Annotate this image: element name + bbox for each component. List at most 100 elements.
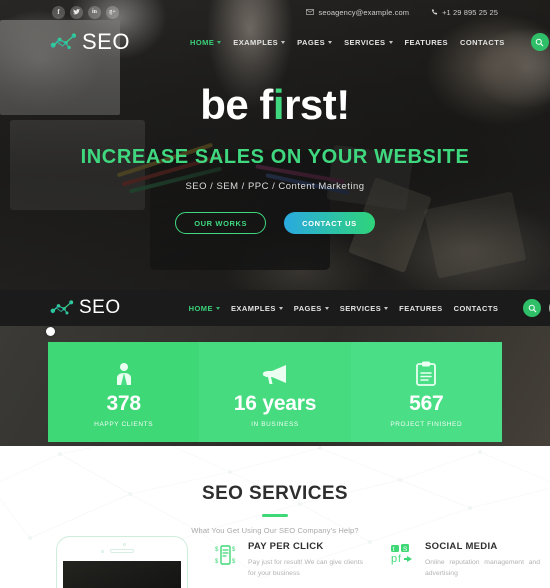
googleplus-icon[interactable]: g+ <box>106 5 119 19</box>
top-utility-bar: f in g+ seoagency@example.com +1 29 895 … <box>0 0 550 24</box>
chevron-down-icon <box>278 306 283 310</box>
sticky-navigation-bar: SEO HOME EXAMPLES PAGES SERVICES FEATURE… <box>0 290 550 326</box>
sticky-nav-item-features[interactable]: FEATURES <box>399 304 442 313</box>
nav-label-features: FEATURES <box>404 37 448 47</box>
services-section: SEO SERVICES What You Get Using Our SEO … <box>0 446 550 588</box>
service-card-social-media[interactable]: t S p f SOCIAL MEDIA Online reputation m… <box>390 541 540 580</box>
service-heading: PAY PER CLICK <box>248 541 324 552</box>
facebook-icon[interactable]: f <box>52 5 65 19</box>
nav-label-pages: PAGES <box>293 303 322 313</box>
stat-label: PROJECT FINISHED <box>390 420 463 428</box>
nav-label-services: SERVICES <box>339 303 382 313</box>
services-subtitle: What You Get Using Our SEO Company's Hel… <box>191 526 359 535</box>
search-icon <box>535 38 544 46</box>
nav-item-contacts[interactable]: CONTACTS <box>460 38 505 47</box>
nav-item-home[interactable]: HOME <box>190 38 222 47</box>
phone-contact[interactable]: +1 29 895 25 25 <box>431 8 498 17</box>
svg-text:$: $ <box>215 559 219 565</box>
businessman-icon <box>113 361 135 387</box>
twitter-icon[interactable] <box>70 5 83 19</box>
stat-in-business: 16 years IN BUSINESS <box>199 342 351 442</box>
stat-happy-clients: 378 HAPPY CLIENTS <box>48 342 200 442</box>
nav-label-contacts: CONTACTS <box>459 37 505 47</box>
nav-item-features[interactable]: FEATURES <box>405 38 448 47</box>
phone-icon <box>431 8 438 15</box>
service-heading: SOCIAL MEDIA <box>425 541 498 552</box>
sticky-nav-item-examples[interactable]: EXAMPLES <box>231 304 283 313</box>
sticky-site-logo[interactable]: SEO <box>50 297 121 319</box>
stat-value: 567 <box>409 391 444 415</box>
stat-project-finished: 567 PROJECT FINISHED <box>350 342 502 442</box>
envelope-icon <box>306 9 315 15</box>
sticky-search-button[interactable] <box>523 299 542 317</box>
contact-info: seoagency@example.com +1 29 895 25 25 <box>306 8 498 17</box>
main-navigation-bar: SEO HOME EXAMPLES PAGES SERVICES FEATURE… <box>0 24 550 60</box>
sticky-nav-item-home[interactable]: HOME <box>189 304 220 313</box>
svg-text:S: S <box>403 546 408 553</box>
nav-item-examples[interactable]: EXAMPLES <box>233 37 286 47</box>
site-logo[interactable]: SEO <box>50 29 130 55</box>
email-contact[interactable]: seoagency@example.com <box>306 8 409 17</box>
chevron-down-icon <box>215 306 220 310</box>
services-title: SEO SERVICES <box>202 483 348 504</box>
megaphone-icon <box>262 361 288 387</box>
nav-label-home: HOME <box>188 303 213 313</box>
hero-subtitle: INCREASE SALES ON YOUR WEBSITE <box>80 146 470 168</box>
hero-title-part-b: rst! <box>284 81 350 128</box>
sticky-nav-item-services[interactable]: SERVICES <box>339 303 389 313</box>
nav-item-pages[interactable]: PAGES <box>297 37 333 47</box>
sticky-logo-text: SEO <box>79 297 121 318</box>
search-button[interactable] <box>530 33 549 51</box>
svg-text:t: t <box>393 546 395 553</box>
nav-label-examples: EXAMPLES <box>233 37 279 47</box>
stat-label: IN BUSINESS <box>251 420 299 428</box>
carousel-indicator-dot[interactable] <box>46 327 55 336</box>
our-works-button[interactable]: OUR WORKS <box>175 212 267 234</box>
hero-title-dotted-i: i <box>272 81 285 128</box>
stat-value: 378 <box>106 391 141 415</box>
nav-label-services: SERVICES <box>344 37 386 47</box>
stat-label: HAPPY CLIENTS <box>94 420 154 428</box>
chevron-down-icon <box>324 306 329 310</box>
hero-section: f in g+ seoagency@example.com +1 29 895 … <box>0 0 550 290</box>
logo-text: SEO <box>82 29 130 54</box>
sticky-nav-actions: ITEMS 0 <box>523 299 550 317</box>
hero-title-part-a: be f <box>200 81 273 128</box>
sticky-nav-menu: HOME EXAMPLES PAGES SERVICES FEATURES CO… <box>189 299 550 317</box>
stats-row: 378 HAPPY CLIENTS 16 years IN BUSINESS 5… <box>48 342 502 442</box>
phone-sensor-dot <box>123 543 126 546</box>
twitter-bird-glyph <box>73 9 80 15</box>
stats-section: 378 HAPPY CLIENTS 16 years IN BUSINESS 5… <box>0 326 550 446</box>
svg-text:f: f <box>398 554 401 565</box>
service-card-pay-per-click[interactable]: $ $ $ $ PAY PER CLICK Pay just for resul… <box>213 541 363 580</box>
stat-value: 16 years <box>233 391 317 415</box>
svg-text:$: $ <box>232 547 236 553</box>
hero-title: be first! <box>0 84 550 126</box>
hero-cta-group: OUR WORKS CONTACT US <box>0 212 550 234</box>
googleplus-glyph: g+ <box>109 9 116 15</box>
service-description: Pay just for result! We can give clients… <box>248 559 363 577</box>
sticky-nav-item-contacts[interactable]: CONTACTS <box>454 304 499 313</box>
nav-item-services[interactable]: SERVICES <box>344 37 393 47</box>
linkedin-icon[interactable]: in <box>88 5 101 19</box>
chevron-down-icon <box>388 40 393 44</box>
nav-label-features: FEATURES <box>399 303 443 313</box>
nav-label-contacts: CONTACTS <box>453 303 499 313</box>
services-title-divider <box>262 514 288 517</box>
facebook-glyph: f <box>57 7 60 16</box>
social-links: f in g+ <box>52 5 119 19</box>
contact-us-button[interactable]: CONTACT US <box>284 212 375 234</box>
pay-per-click-icon: $ $ $ $ <box>213 542 239 580</box>
sticky-nav-item-pages[interactable]: PAGES <box>294 304 329 313</box>
svg-text:$: $ <box>232 559 236 565</box>
phone-text: +1 29 895 25 25 <box>442 7 498 17</box>
svg-text:$: $ <box>215 547 219 553</box>
nav-label-pages: PAGES <box>297 37 326 47</box>
network-graph-icon <box>50 33 77 50</box>
network-graph-icon <box>50 300 74 315</box>
phone-mockup <box>56 536 188 588</box>
chevron-down-icon <box>328 40 333 44</box>
landing-page: f in g+ seoagency@example.com +1 29 895 … <box>0 0 550 588</box>
social-media-icon: t S p f <box>390 542 416 580</box>
chevron-down-icon <box>217 40 222 44</box>
